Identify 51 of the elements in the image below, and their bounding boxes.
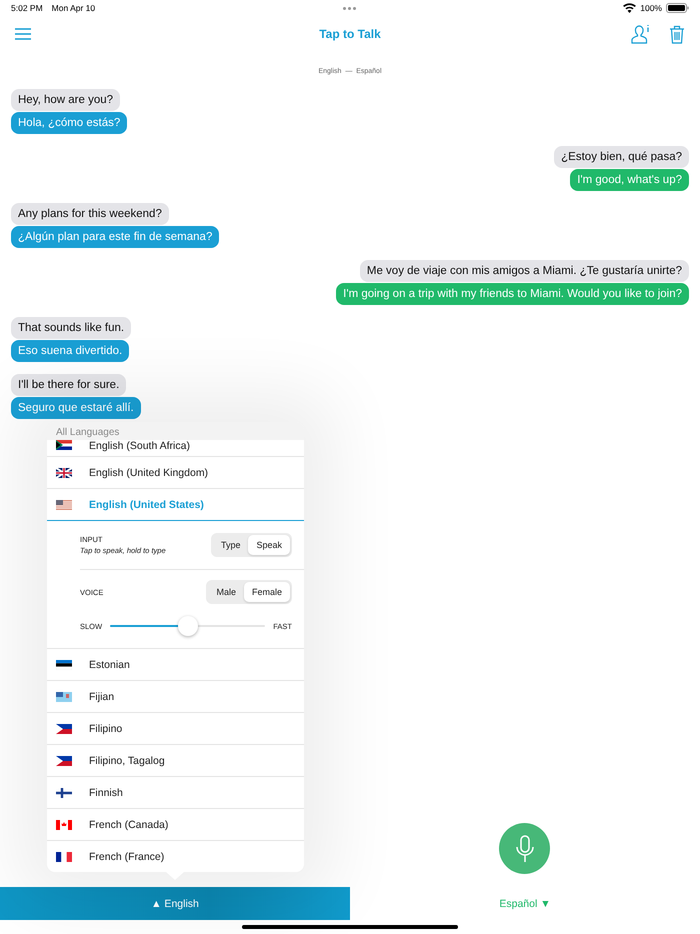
language-item[interactable]: French (Canada) [47, 808, 304, 840]
flag-icon [56, 788, 72, 798]
popover-header: All Languages [47, 422, 304, 440]
status-time: 5:02 PM [11, 3, 43, 13]
flag-icon [56, 724, 72, 734]
segment-option[interactable]: Female [244, 582, 290, 602]
multitasking-dots-icon[interactable] [343, 7, 356, 10]
original-message: Hey, how are you? [11, 89, 120, 111]
segment-option[interactable]: Speak [248, 535, 290, 555]
language-item[interactable]: Filipino [47, 712, 304, 744]
original-message: Any plans for this weekend? [11, 203, 169, 225]
flag-icon [56, 500, 72, 510]
translated-message: I'm going on a trip with my friends to Miami. Would you like to join? [336, 283, 689, 305]
translated-message: Eso suena divertido. [11, 340, 130, 362]
language-item[interactable]: English (United Kingdom) [47, 456, 304, 488]
trash-icon[interactable] [669, 24, 685, 44]
flag-icon [56, 468, 72, 478]
flag-icon [56, 660, 72, 670]
original-message: I'll be there for sure. [11, 374, 126, 396]
original-message: That sounds like fun. [11, 317, 132, 339]
segment-option[interactable]: Type [212, 535, 248, 555]
flag-icon [56, 756, 72, 766]
language-item[interactable]: English (South Africa) [47, 440, 304, 456]
battery-icon [666, 3, 689, 13]
window-title: Tap to Talk [319, 27, 381, 41]
language-item[interactable]: Fijian [47, 680, 304, 712]
flag-icon [56, 820, 72, 830]
language-item[interactable]: Finnish [47, 776, 304, 808]
microphone-button[interactable] [499, 823, 550, 874]
translated-message: I'm good, what's up? [570, 169, 689, 191]
battery-percent: 100% [640, 3, 662, 13]
language-item[interactable]: Filipino, Tagalog [47, 744, 304, 776]
microphone-icon [516, 834, 534, 862]
translated-message: ¿Algún plan para este fin de semana? [11, 226, 220, 248]
translated-message: Hola, ¿cómo estás? [11, 112, 128, 134]
wifi-icon [623, 3, 636, 13]
segment-option[interactable]: Male [208, 582, 244, 602]
translated-message: Seguro que estaré allí. [11, 397, 141, 419]
flag-icon [56, 852, 72, 862]
language-button[interactable]: ▲ English [0, 887, 350, 920]
flag-icon [56, 692, 72, 702]
status-date: Mon Apr 10 [52, 3, 96, 13]
person-info-icon[interactable] [631, 24, 651, 44]
original-message: ¿Estoy bien, qué pasa? [554, 146, 689, 168]
original-message: Me voy de viaje con mis amigos a Miami. ¿Te gustaría unirte? [360, 260, 689, 282]
menu-icon[interactable] [15, 28, 31, 40]
slider-thumb[interactable] [178, 616, 198, 636]
language-item[interactable]: Estonian [47, 648, 304, 680]
flag-icon [56, 440, 72, 450]
speed-slider[interactable] [110, 616, 266, 636]
language-item[interactable]: French (France) [47, 840, 304, 872]
